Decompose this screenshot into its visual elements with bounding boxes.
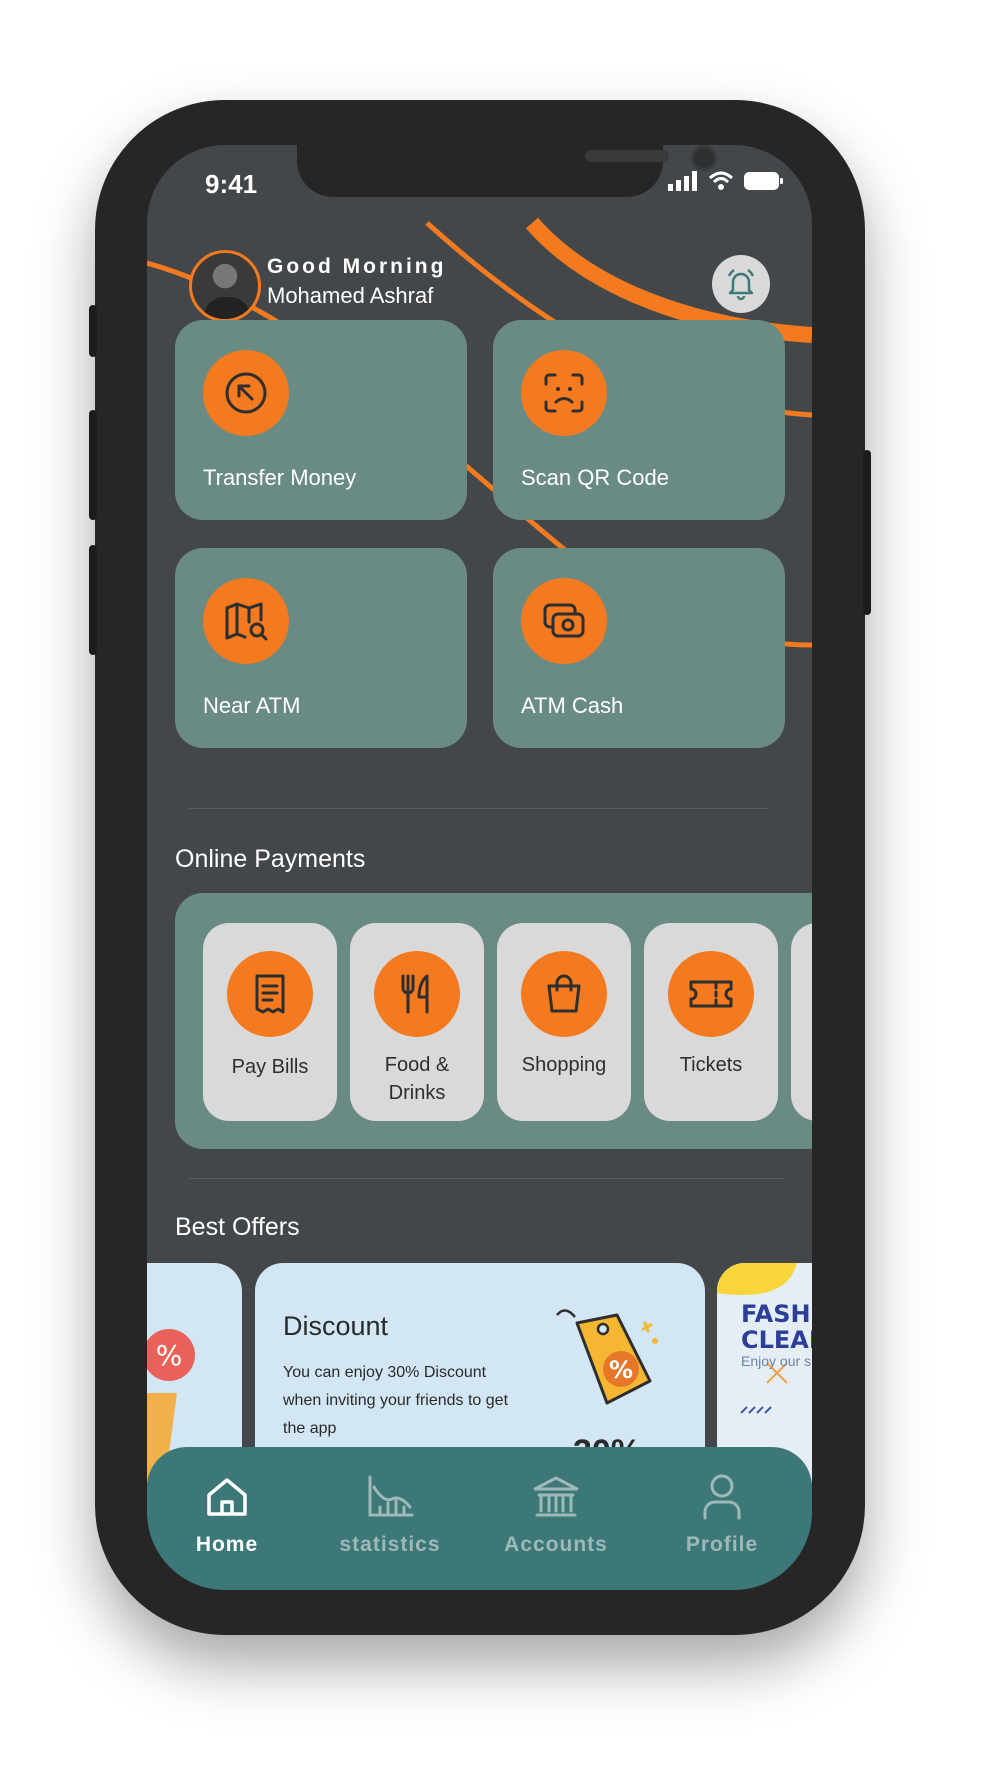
near-atm-label: Near ATM: [203, 693, 301, 718]
status-icons: [668, 171, 784, 191]
food-drinks-label: Food & Drinks: [384, 1054, 450, 1104]
nav-profile-label: Profile: [685, 1533, 759, 1556]
bottom-nav: Home statistics Accounts Profile: [147, 1447, 812, 1590]
online-payments-title: Online Payments: [175, 845, 366, 873]
shopping-bag-icon: [547, 974, 581, 1013]
map-search-icon: [225, 602, 268, 641]
best-offers-title: Best Offers: [175, 1213, 300, 1241]
chart-icon: [368, 1475, 414, 1517]
scan-icon-circle: [521, 350, 607, 436]
battery-icon: [744, 172, 783, 190]
food-icon-circle: [374, 951, 460, 1037]
notification-button[interactable]: [712, 255, 770, 313]
tickets-label: Tickets: [679, 1054, 743, 1076]
wifi-icon: [708, 171, 734, 190]
shopping-item[interactable]: Shopping: [497, 923, 631, 1121]
transfer-money-label: Transfer Money: [203, 465, 357, 490]
tickets-item[interactable]: Tickets: [644, 923, 778, 1121]
receipt-icon: [255, 974, 285, 1014]
greeting: Good Morning: [267, 255, 447, 278]
fork-knife-icon: [401, 974, 429, 1014]
shopping-label: Shopping: [521, 1054, 607, 1076]
discount-badge: %: [609, 1356, 633, 1384]
fashion-subtitle: Enjoy our s: [741, 1353, 812, 1369]
home-icon: [207, 1478, 247, 1516]
transfer-icon-circle: [203, 350, 289, 436]
mute-switch: [89, 305, 97, 357]
food-drinks-item[interactable]: Food & Drinks: [350, 923, 484, 1121]
bank-icon: [533, 1476, 579, 1517]
scan-qr-label: Scan QR Code: [521, 465, 669, 490]
user-icon: [703, 1474, 741, 1520]
tickets-icon-circle: [668, 951, 754, 1037]
nav-accounts-label: Accounts: [504, 1533, 608, 1556]
online-payments-panel: Pay Bills Food & Drinks Shopping Tickets: [175, 893, 812, 1149]
discount-title: Discount: [283, 1311, 389, 1341]
discount-tag-icon: %: [556, 1309, 658, 1405]
volume-down-button: [89, 545, 97, 655]
svg-text:%: %: [156, 1339, 183, 1372]
arrow-up-left-icon: [225, 372, 267, 414]
speaker: [585, 150, 669, 162]
divider: [189, 1178, 784, 1179]
shopping-icon-circle: [521, 951, 607, 1037]
mockup-stage: 9:41 Good Morning Mohamed Ashraf Transfe…: [0, 0, 988, 1780]
nav-statistics[interactable]: statistics: [310, 1467, 470, 1557]
volume-up-button: [89, 410, 97, 520]
user-name: Mohamed Ashraf: [267, 283, 434, 308]
status-time: 9:41: [205, 169, 258, 199]
scan-qr-card[interactable]: Scan QR Code: [493, 320, 785, 520]
near-atm-card[interactable]: Near ATM: [175, 548, 467, 748]
cash-icon: [543, 603, 585, 638]
cash-icon-circle: [521, 578, 607, 664]
avatar[interactable]: [189, 250, 261, 322]
nav-home[interactable]: Home: [147, 1467, 307, 1557]
notch: [297, 145, 717, 197]
divider: [189, 808, 769, 809]
pay-bills-icon-circle: [227, 951, 313, 1037]
more-payment-item[interactable]: [791, 923, 812, 1121]
nav-accounts[interactable]: Accounts: [476, 1467, 636, 1557]
nav-statistics-label: statistics: [339, 1533, 441, 1556]
face-scan-icon: [544, 373, 584, 413]
nav-home-label: Home: [195, 1533, 259, 1556]
nav-profile[interactable]: Profile: [642, 1467, 802, 1557]
pay-bills-item[interactable]: Pay Bills: [203, 923, 337, 1121]
map-icon-circle: [203, 578, 289, 664]
pay-bills-label: Pay Bills: [231, 1056, 309, 1078]
front-camera: [691, 145, 717, 171]
bell-icon: [727, 268, 755, 301]
atm-cash-label: ATM Cash: [521, 693, 624, 718]
signal-icon: [668, 171, 697, 191]
discount-description: You can enjoy 30% Discount when inviting…: [283, 1364, 509, 1437]
ticket-icon: [689, 980, 733, 1008]
transfer-money-card[interactable]: Transfer Money: [175, 320, 467, 520]
power-button: [863, 450, 871, 615]
atm-cash-card[interactable]: ATM Cash: [493, 548, 785, 748]
fashion-title: FASHION CLEARANCE: [741, 1300, 812, 1354]
app-screen: 9:41 Good Morning Mohamed Ashraf Transfe…: [147, 145, 812, 1590]
